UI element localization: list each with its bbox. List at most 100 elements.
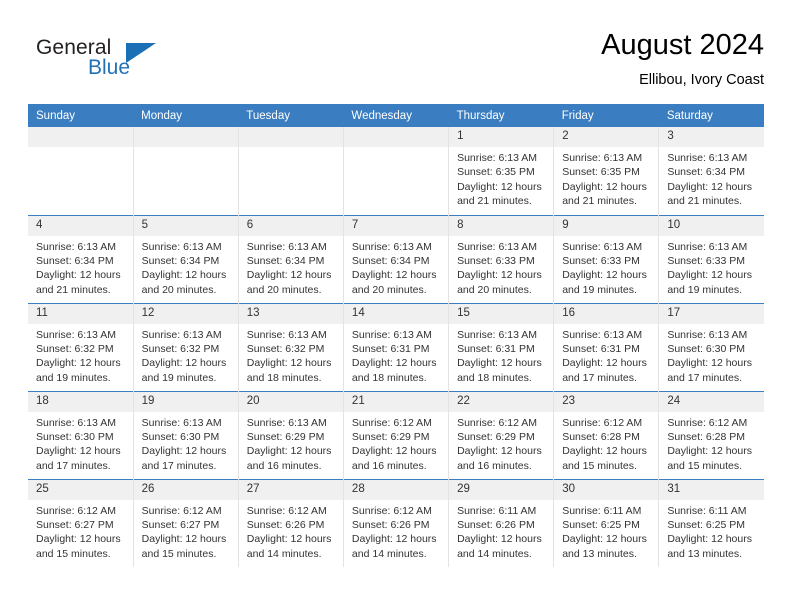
day-details: Sunrise: 6:13 AM Sunset: 6:30 PM Daylight:… [134, 412, 238, 474]
sunrise-text: Sunrise: 6:13 AM [36, 240, 116, 253]
calendar-table: Sunday Monday Tuesday Wednesday Thursday… [28, 104, 764, 567]
calendar-day-cell[interactable]: 23 Sunrise: 6:12 AM Sunset: 6:28 PM Dayligh… [553, 390, 660, 479]
calendar-day-cell[interactable]: 1 Sunrise: 6:13 AM Sunset: 6:35 PM Daylight… [448, 127, 555, 215]
daylight-text-line1: Daylight: 12 hours [141, 533, 227, 546]
calendar-day-cell[interactable]: 13 Sunrise: 6:13 AM Sunset: 6:32 PM Dayligh… [238, 302, 344, 391]
calendar-day-cell-empty [238, 127, 344, 215]
daylight-text-line1: Daylight: 12 hours [457, 445, 542, 458]
weekday-header-thursday: Thursday [448, 104, 554, 127]
sunset-text: Sunset: 6:31 PM [351, 342, 430, 355]
calendar-day-cell[interactable]: 9 Sunrise: 6:13 AM Sunset: 6:33 PM Daylight… [553, 214, 660, 303]
day-details: Sunrise: 6:12 AM Sunset: 6:28 PM Daylight:… [554, 412, 658, 474]
calendar-day-cell[interactable]: 24 Sunrise: 6:12 AM Sunset: 6:28 PM Dayligh… [658, 390, 764, 479]
daylight-text-line1: Daylight: 12 hours [457, 180, 542, 193]
calendar-day-cell[interactable]: 10 Sunrise: 6:13 AM Sunset: 6:33 PM Dayligh… [658, 214, 764, 303]
sunset-text: Sunset: 6:34 PM [667, 166, 745, 179]
day-number: 16 [554, 303, 659, 324]
sunrise-text: Sunrise: 6:13 AM [351, 328, 432, 341]
daylight-text-line1: Daylight: 12 hours [351, 269, 437, 282]
day-details: Sunrise: 6:12 AM Sunset: 6:29 PM Daylight:… [344, 412, 448, 474]
calendar-day-cell[interactable]: 31 Sunrise: 6:11 AM Sunset: 6:25 PM Dayligh… [658, 478, 764, 567]
sunrise-text: Sunrise: 6:13 AM [36, 328, 116, 341]
calendar-day-cell[interactable]: 29 Sunrise: 6:11 AM Sunset: 6:26 PM Dayligh… [448, 478, 555, 567]
sunset-text: Sunset: 6:25 PM [562, 518, 640, 531]
daylight-text-line1: Daylight: 12 hours [141, 269, 227, 282]
calendar-day-cell[interactable]: 3 Sunrise: 6:13 AM Sunset: 6:34 PM Daylight… [659, 127, 764, 215]
sunrise-text: Sunrise: 6:13 AM [36, 416, 116, 429]
sunset-text: Sunset: 6:28 PM [667, 430, 745, 443]
daylight-text-line2: and 16 minutes. [246, 459, 322, 472]
daylight-text-line2: and 19 minutes. [141, 371, 217, 384]
daylight-text-line1: Daylight: 12 hours [667, 180, 752, 193]
weekday-header-sunday: Sunday [28, 104, 134, 127]
calendar-day-cell[interactable]: 25 Sunrise: 6:12 AM Sunset: 6:27 PM Dayligh… [28, 478, 134, 567]
calendar-day-cell[interactable]: 5 Sunrise: 6:13 AM Sunset: 6:34 PM Daylight… [133, 214, 239, 303]
sunset-text: Sunset: 6:30 PM [667, 342, 745, 355]
weekday-header-row: Sunday Monday Tuesday Wednesday Thursday… [28, 104, 764, 127]
daylight-text-line1: Daylight: 12 hours [667, 445, 752, 458]
calendar-day-cell[interactable]: 22 Sunrise: 6:12 AM Sunset: 6:29 PM Dayligh… [448, 390, 555, 479]
calendar-day-cell[interactable]: 4 Sunrise: 6:13 AM Sunset: 6:34 PM Daylight… [28, 214, 134, 303]
sunset-text: Sunset: 6:33 PM [562, 254, 640, 267]
calendar-day-cell[interactable]: 30 Sunrise: 6:11 AM Sunset: 6:25 PM Dayligh… [553, 478, 660, 567]
calendar-day-cell[interactable]: 21 Sunrise: 6:12 AM Sunset: 6:29 PM Dayligh… [343, 390, 450, 479]
calendar-day-cell[interactable]: 19 Sunrise: 6:13 AM Sunset: 6:30 PM Dayligh… [133, 390, 239, 479]
calendar-day-cell[interactable]: 26 Sunrise: 6:12 AM Sunset: 6:27 PM Dayligh… [133, 478, 239, 567]
daylight-text-line1: Daylight: 12 hours [36, 533, 121, 546]
title-block: August 2024 Ellibou, Ivory Coast [601, 28, 764, 90]
daylight-text-line1: Daylight: 12 hours [246, 269, 332, 282]
calendar-day-cell[interactable]: 11 Sunrise: 6:13 AM Sunset: 6:32 PM Dayligh… [28, 302, 134, 391]
sunset-text: Sunset: 6:26 PM [351, 518, 430, 531]
daylight-text-line2: and 18 minutes. [351, 371, 427, 384]
day-details: Sunrise: 6:12 AM Sunset: 6:26 PM Daylight:… [344, 500, 448, 562]
day-number: 30 [554, 479, 659, 500]
daylight-text-line1: Daylight: 12 hours [36, 357, 121, 370]
sunrise-text: Sunrise: 6:13 AM [246, 416, 327, 429]
daylight-text-line2: and 21 minutes. [457, 195, 532, 208]
daylight-text-line2: and 20 minutes. [457, 283, 532, 296]
sunrise-text: Sunrise: 6:12 AM [667, 416, 748, 429]
calendar-day-cell[interactable]: 20 Sunrise: 6:13 AM Sunset: 6:29 PM Dayligh… [238, 390, 344, 479]
weekday-header-friday: Friday [553, 104, 659, 127]
general-blue-logo[interactable]: General Blue [28, 34, 228, 94]
daylight-text-line1: Daylight: 12 hours [141, 357, 227, 370]
daylight-text-line2: and 19 minutes. [562, 283, 637, 296]
daylight-text-line2: and 19 minutes. [36, 371, 111, 384]
day-number: 4 [28, 215, 133, 236]
calendar-day-cell[interactable]: 16 Sunrise: 6:13 AM Sunset: 6:31 PM Dayligh… [553, 302, 660, 391]
day-details: Sunrise: 6:13 AM Sunset: 6:33 PM Daylight:… [554, 236, 658, 298]
sunrise-text: Sunrise: 6:12 AM [457, 416, 538, 429]
day-details: Sunrise: 6:13 AM Sunset: 6:33 PM Daylight:… [449, 236, 553, 298]
calendar-day-cell[interactable]: 12 Sunrise: 6:13 AM Sunset: 6:32 PM Dayligh… [133, 302, 239, 391]
sunset-text: Sunset: 6:27 PM [36, 518, 114, 531]
sunrise-text: Sunrise: 6:13 AM [141, 328, 222, 341]
sunrise-text: Sunrise: 6:12 AM [246, 504, 327, 517]
daylight-text-line2: and 17 minutes. [141, 459, 217, 472]
calendar-day-cell[interactable]: 28 Sunrise: 6:12 AM Sunset: 6:26 PM Dayligh… [343, 478, 450, 567]
daylight-text-line1: Daylight: 12 hours [36, 269, 121, 282]
calendar-day-cell[interactable]: 18 Sunrise: 6:13 AM Sunset: 6:30 PM Dayligh… [28, 390, 134, 479]
sunset-text: Sunset: 6:27 PM [141, 518, 220, 531]
daylight-text-line1: Daylight: 12 hours [351, 533, 437, 546]
day-number: 11 [28, 303, 133, 324]
calendar-day-cell[interactable]: 6 Sunrise: 6:13 AM Sunset: 6:34 PM Daylight… [238, 214, 344, 303]
daylight-text-line1: Daylight: 12 hours [141, 445, 227, 458]
calendar-day-cell[interactable]: 7 Sunrise: 6:13 AM Sunset: 6:34 PM Daylight… [343, 214, 450, 303]
calendar-day-cell[interactable]: 15 Sunrise: 6:13 AM Sunset: 6:31 PM Dayligh… [448, 302, 555, 391]
daylight-text-line2: and 17 minutes. [667, 371, 743, 384]
sunset-text: Sunset: 6:32 PM [246, 342, 325, 355]
day-number: 6 [238, 215, 343, 236]
sunrise-text: Sunrise: 6:13 AM [457, 152, 538, 164]
sunrise-text: Sunrise: 6:12 AM [351, 416, 432, 429]
daylight-text-line1: Daylight: 12 hours [562, 533, 647, 546]
calendar-day-cell[interactable]: 2 Sunrise: 6:13 AM Sunset: 6:35 PM Daylight… [553, 127, 660, 215]
calendar-day-cell[interactable]: 14 Sunrise: 6:13 AM Sunset: 6:31 PM Dayligh… [343, 302, 450, 391]
daylight-text-line2: and 21 minutes. [667, 195, 743, 208]
sunrise-text: Sunrise: 6:13 AM [246, 328, 327, 341]
day-number: 28 [343, 479, 449, 500]
daylight-text-line2: and 17 minutes. [36, 459, 111, 472]
calendar-day-cell[interactable]: 27 Sunrise: 6:12 AM Sunset: 6:26 PM Dayligh… [238, 478, 344, 567]
day-details: Sunrise: 6:13 AM Sunset: 6:35 PM Daylight:… [554, 147, 658, 209]
calendar-day-cell[interactable]: 8 Sunrise: 6:13 AM Sunset: 6:33 PM Daylight… [448, 214, 555, 303]
calendar-day-cell[interactable]: 17 Sunrise: 6:13 AM Sunset: 6:30 PM Dayligh… [658, 302, 764, 391]
